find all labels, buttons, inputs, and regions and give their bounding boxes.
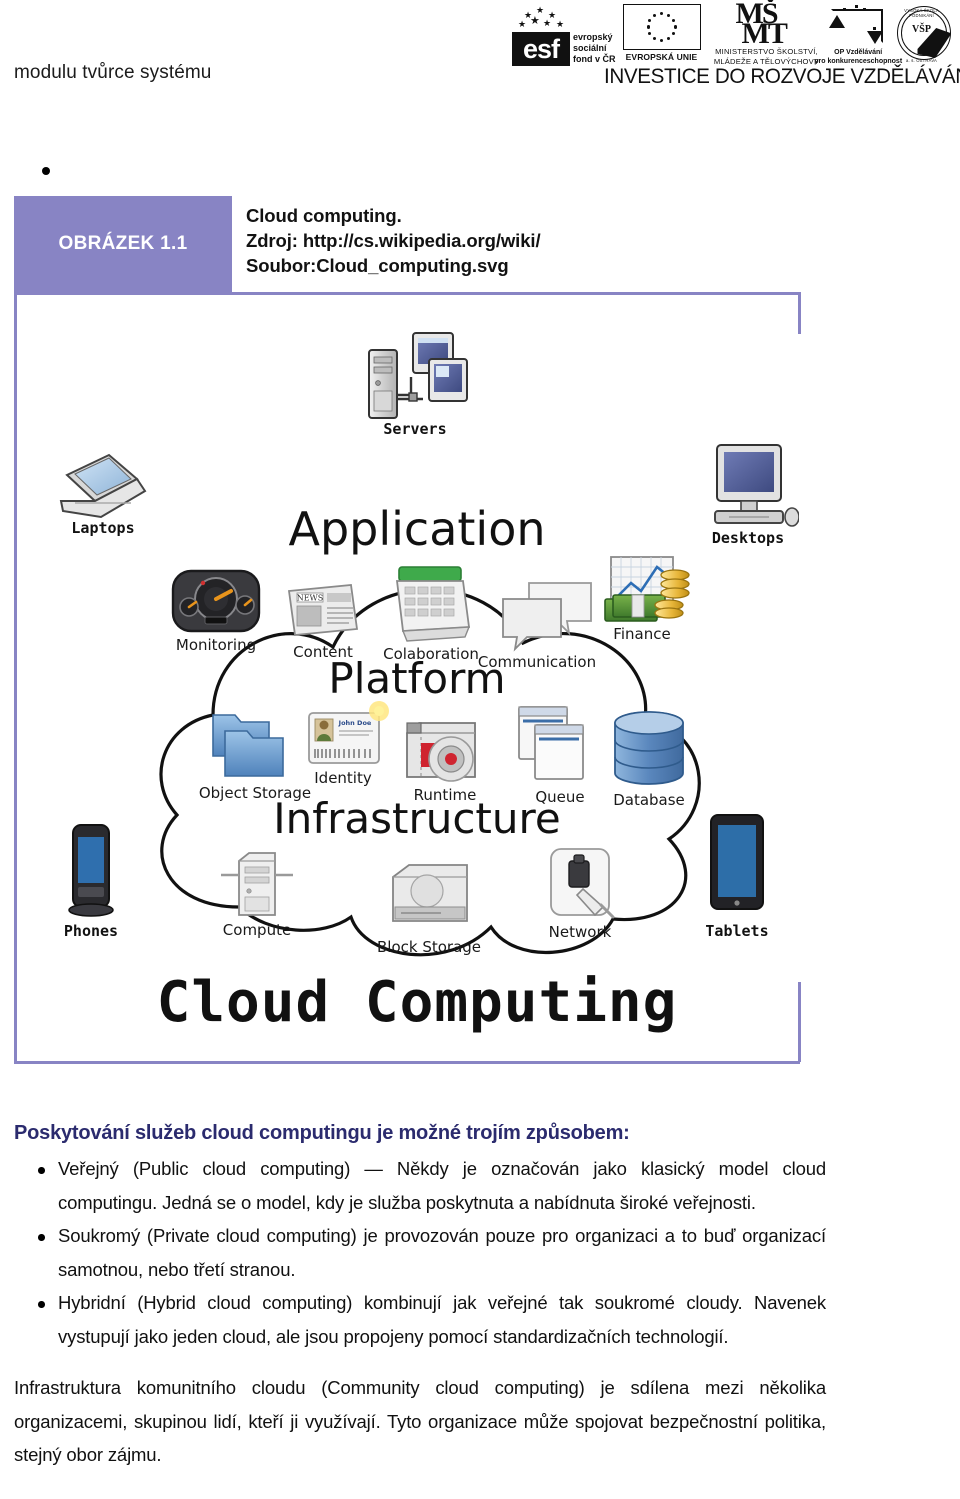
msmt-mark-line-2: MT bbox=[741, 17, 788, 50]
list-item: Soukromý (Private cloud computing) je pr… bbox=[14, 1219, 826, 1286]
header-slogan: INVESTICE DO ROZVOJE VZDĚLÁVÁNÍ bbox=[604, 64, 960, 88]
phone-icon bbox=[68, 824, 114, 917]
eu-flag-icon bbox=[622, 4, 701, 50]
money-chart-icon bbox=[604, 556, 690, 622]
laptop-icon bbox=[59, 453, 147, 519]
vsp-ring-top-text: VYSOKÁ ŠKOLA PODNIKÁNÍ bbox=[904, 8, 939, 18]
vsp-ring-bottom-text: a. s. OSTRAVA bbox=[905, 58, 938, 63]
node-monitoring: Monitoring bbox=[171, 569, 261, 654]
figure-caption-line-2: Zdroj: http://cs.wikipedia.org/wiki/ bbox=[246, 230, 541, 251]
node-label: Desktops bbox=[712, 529, 784, 547]
opvk-mark-icon bbox=[825, 5, 887, 45]
servers-icon bbox=[368, 332, 468, 419]
id-card-name: John Doe bbox=[338, 719, 372, 727]
figure-caption-line-3: Soubor:Cloud_computing.svg bbox=[246, 255, 509, 276]
eu-stars-circle-icon bbox=[646, 12, 677, 43]
op-vzdelavani-logo: OP Vzdělávání pro konkurenceschopnost bbox=[813, 4, 902, 66]
funding-logo-strip: ★ ★ ★ ★ ★ ★ ★ esf evropský sociální fond… bbox=[512, 0, 952, 70]
section-heading: Poskytování služeb cloud computingu je m… bbox=[14, 1122, 630, 1144]
diagram-title: Cloud Computing bbox=[157, 970, 678, 1035]
node-content: NEWS Content bbox=[287, 584, 359, 661]
node-phones: Phones bbox=[64, 824, 118, 940]
esf-caption-line-2: sociální bbox=[573, 43, 607, 53]
layer-title-platform: Platform bbox=[328, 654, 505, 703]
body-content: Poskytování služeb cloud computingu je m… bbox=[14, 1120, 826, 1490]
list-item: Veřejný (Public cloud computing) — Někdy… bbox=[14, 1152, 826, 1219]
node-runtime: Runtime bbox=[406, 722, 476, 804]
closing-paragraph: Infrastruktura komunitního cloudu (Commu… bbox=[14, 1377, 826, 1465]
banknotes-icon bbox=[604, 594, 666, 622]
calendar-icon bbox=[395, 566, 471, 642]
node-label: Compute bbox=[223, 921, 291, 939]
node-label: Laptops bbox=[71, 519, 134, 537]
node-desktops: Desktops bbox=[712, 444, 799, 547]
service-models-list: Veřejný (Public cloud computing) — Někdy… bbox=[14, 1152, 826, 1353]
opvk-arrow-down-icon bbox=[867, 31, 884, 44]
stray-bullet-marker bbox=[42, 167, 50, 175]
database-cylinder-icon bbox=[614, 711, 684, 785]
esf-mark-icon: ★ ★ ★ ★ ★ ★ ★ esf bbox=[512, 6, 570, 66]
node-label: Block Storage bbox=[377, 938, 481, 956]
esf-wordmark: esf bbox=[512, 32, 570, 66]
figure-caption-text: Cloud computing. Zdroj: http://cs.wikipe… bbox=[232, 196, 800, 292]
figure-number-badge: OBRÁZEK 1.1 bbox=[14, 196, 232, 292]
eu-caption: EVROPSKÁ UNIE bbox=[625, 52, 698, 62]
node-label: Network bbox=[549, 923, 612, 941]
node-label: Servers bbox=[383, 420, 446, 438]
node-label: Database bbox=[613, 791, 685, 809]
page-header: modulu tvůrce systému ★ ★ ★ ★ ★ ★ ★ esf … bbox=[0, 0, 960, 110]
node-database: Database bbox=[613, 711, 685, 809]
desktop-icon bbox=[714, 444, 799, 527]
node-label: Monitoring bbox=[176, 636, 256, 654]
newspaper-masthead: NEWS bbox=[297, 594, 324, 603]
node-label: Tablets bbox=[705, 922, 768, 940]
msmt-mark-icon: MŠ MT bbox=[736, 0, 788, 50]
msmt-logo: MŠ MT MINISTERSTVO ŠKOLSTVÍ, MLÁDEŽE A T… bbox=[708, 0, 819, 66]
esf-logo: ★ ★ ★ ★ ★ ★ ★ esf evropský sociální fond… bbox=[512, 4, 616, 66]
opvk-caption-line-1: OP Vzdělávání bbox=[834, 49, 883, 56]
tablet-icon bbox=[710, 814, 764, 910]
list-item: Hybridní (Hybrid cloud computing) kombin… bbox=[14, 1286, 826, 1353]
node-label: Phones bbox=[64, 922, 118, 940]
layer-title-infrastructure: Infrastructure bbox=[273, 794, 560, 843]
document-page: { "header": { "running_title": "modulu t… bbox=[0, 0, 960, 1499]
vsp-logo: VYSOKÁ ŠKOLA PODNIKÁNÍ a. s. OSTRAVA VŠP bbox=[895, 4, 952, 66]
figure-caption-line-1: Cloud computing. bbox=[246, 205, 402, 226]
eu-logo: EVROPSKÁ UNIE bbox=[622, 4, 701, 66]
esf-caption-line-1: evropský bbox=[573, 32, 613, 42]
node-finance: Finance bbox=[604, 556, 690, 643]
msmt-caption-line-1: MINISTERSTVO ŠKOLSTVÍ, bbox=[715, 47, 818, 56]
hard-drive-icon bbox=[392, 864, 468, 922]
node-network: Network bbox=[549, 848, 615, 941]
node-block-storage: Block Storage bbox=[377, 864, 481, 956]
node-laptops: Laptops bbox=[59, 453, 147, 537]
runtime-disc-icon bbox=[406, 722, 476, 782]
node-tablets: Tablets bbox=[705, 814, 769, 940]
newspaper-icon: NEWS bbox=[287, 584, 359, 636]
gauge-icon bbox=[171, 569, 261, 633]
cloud-computing-diagram: Servers Laptops Desktops Phones Tablets … bbox=[59, 332, 799, 1035]
node-label: Finance bbox=[613, 625, 670, 643]
esf-caption: evropský sociální fond v ČR bbox=[573, 32, 616, 66]
figure-frame: Servers Laptops Desktops Phones Tablets … bbox=[14, 292, 801, 1064]
network-plug-icon bbox=[550, 848, 615, 919]
esf-stars-icon: ★ ★ ★ ★ ★ ★ ★ bbox=[518, 5, 565, 29]
node-servers: Servers bbox=[368, 332, 468, 438]
figure-caption-row: OBRÁZEK 1.1 Cloud computing. Zdroj: http… bbox=[14, 196, 800, 292]
node-label: Identity bbox=[314, 769, 372, 787]
layer-title-application: Application bbox=[288, 502, 545, 556]
running-title: modulu tvůrce systému bbox=[14, 62, 212, 83]
